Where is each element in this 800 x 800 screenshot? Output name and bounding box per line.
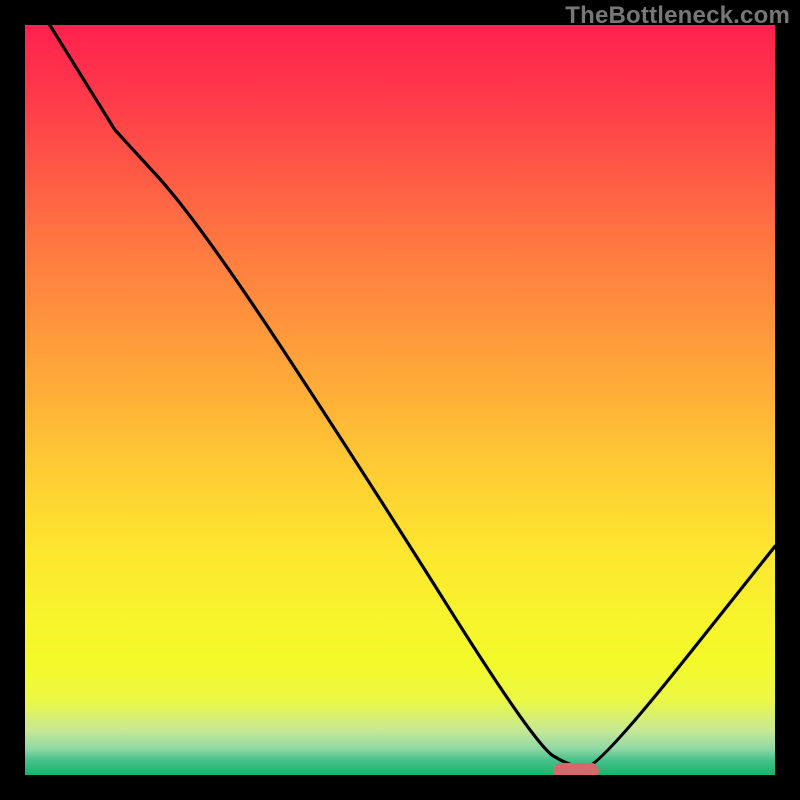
optimum-marker bbox=[553, 763, 599, 775]
curve-path bbox=[50, 25, 775, 768]
watermark-text: TheBottleneck.com bbox=[565, 2, 790, 30]
plot-area bbox=[25, 25, 775, 775]
bottleneck-curve bbox=[25, 25, 775, 775]
chart-frame: TheBottleneck.com bbox=[0, 0, 800, 800]
